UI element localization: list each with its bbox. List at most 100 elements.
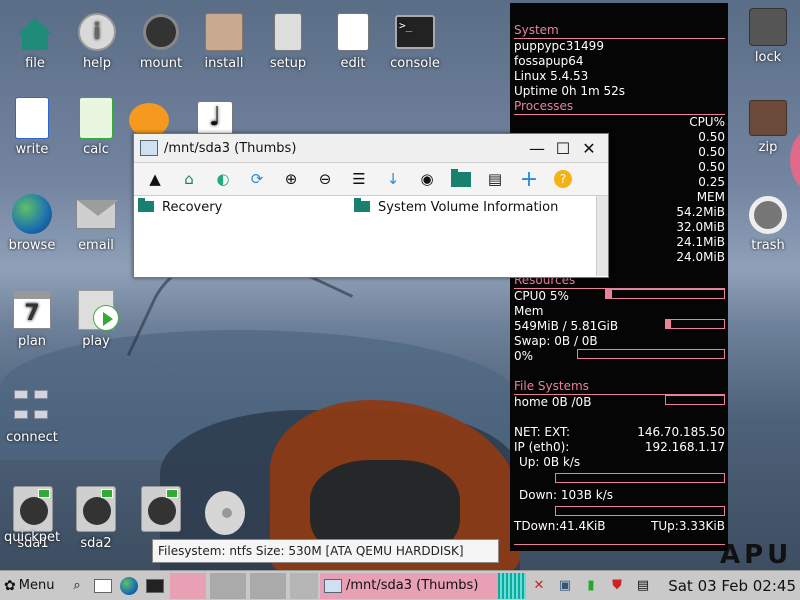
desktop-icon-connect[interactable]: connect	[0, 386, 67, 445]
database-tray-icon[interactable]: ▮	[578, 573, 604, 599]
desktop-icon	[94, 578, 112, 593]
desktop-icon-mount[interactable]: mount	[126, 12, 196, 71]
help-button[interactable]: ?	[546, 165, 580, 193]
sort-button[interactable]: ↓	[376, 165, 410, 193]
desktop-icon-console[interactable]: >_ console	[380, 12, 450, 71]
upload-graph	[555, 472, 725, 483]
mount-button[interactable]: ◐	[206, 165, 240, 193]
network-status-icon[interactable]: ▣	[552, 573, 578, 599]
spreadsheet-icon	[79, 97, 113, 139]
menu-button[interactable]: ✿ Menu	[0, 573, 64, 599]
desktop-icon-calc[interactable]: calc	[61, 97, 131, 157]
folder-item-recovery[interactable]: Recovery	[138, 198, 222, 215]
taskbar: ✿ Menu ⌕ /mnt/sda3 (Thumbs) ✕ ▣ ▮ ⛊ ▤ Sa…	[0, 570, 800, 600]
new-folder-button[interactable]	[444, 165, 478, 193]
desktop-icon-help[interactable]: i help	[62, 12, 132, 71]
network-tray-icon[interactable]: ✕	[526, 573, 552, 599]
desktop-icon-sda1[interactable]: quickpet sda1	[0, 486, 68, 551]
cpu-column-header: CPU%	[689, 115, 725, 129]
home-bar	[665, 395, 725, 405]
trash-icon	[749, 196, 787, 234]
list-view-button[interactable]: ☰	[342, 165, 376, 193]
desktop-icon-lock[interactable]: lock	[738, 8, 798, 65]
window-titlebar[interactable]: /mnt/sda3 (Thumbs) — ☐ ✕	[134, 134, 608, 162]
document-icon	[15, 97, 49, 139]
folder-icon	[138, 198, 154, 212]
distro: fossapup64	[514, 54, 584, 68]
desktop-icon-email[interactable]: email	[61, 194, 131, 253]
harddisk-icon	[76, 486, 116, 532]
desktop-icon-file[interactable]: file	[0, 12, 70, 71]
show-hidden-eye-button[interactable]: ◉	[410, 165, 444, 193]
firewall-shield-icon[interactable]: ⛊	[604, 573, 630, 599]
desktop-icon-cdrom[interactable]	[190, 490, 260, 540]
home-usage: home 0B /0B	[514, 395, 592, 409]
cpu0-bar	[605, 289, 725, 299]
file-list[interactable]: Recovery System Volume Information	[134, 196, 608, 276]
system-header: System	[514, 23, 559, 37]
download-graph	[555, 505, 725, 516]
puppy-install-icon	[205, 13, 243, 51]
mem-label: Mem	[514, 304, 544, 318]
workspace-3[interactable]	[250, 572, 286, 599]
browser-launcher[interactable]	[116, 573, 142, 599]
harddisk-icon	[141, 486, 181, 532]
wallpaper-logo: APU	[720, 540, 793, 570]
swap-usage: Swap: 0B / 0B	[514, 334, 598, 348]
folder-window-icon	[324, 578, 342, 593]
add-button[interactable]: +	[512, 165, 546, 193]
net-ext-label: NET: EXT:	[514, 425, 571, 439]
desktop-icon-sda3[interactable]	[126, 486, 196, 536]
folder-window-icon	[140, 140, 158, 156]
desktop-icon-zip[interactable]: zip	[738, 100, 798, 155]
uptime: Uptime 0h 1m 52s	[514, 84, 626, 98]
desktop-icon-trash[interactable]: trash	[738, 196, 798, 253]
app-icon	[129, 103, 169, 137]
drive-mount-icon	[143, 14, 179, 50]
details-button[interactable]: ▤	[478, 165, 512, 193]
swap-percent: 0%	[514, 349, 534, 363]
zoom-in-button[interactable]: ⊕	[274, 165, 308, 193]
zoom-out-button[interactable]: ⊖	[308, 165, 342, 193]
filesystems-header: File Systems	[514, 379, 589, 393]
workspace-1[interactable]	[170, 572, 206, 599]
vertical-scrollbar[interactable]	[596, 196, 608, 276]
desktop-icon-sda2[interactable]: sda2	[61, 486, 131, 551]
search-launcher[interactable]: ⌕	[64, 573, 90, 599]
clock[interactable]: Sat 03 Feb 02:45	[656, 573, 800, 599]
folder-item-system-volume-information[interactable]: System Volume Information	[354, 198, 558, 215]
minimize-button[interactable]: —	[524, 139, 550, 158]
workspace-2[interactable]	[210, 572, 246, 599]
upload-rate: Up: 0B k/s	[519, 455, 581, 469]
terminal-launcher[interactable]	[142, 573, 168, 599]
file-manager-window[interactable]: /mnt/sda3 (Thumbs) — ☐ ✕ ▲ ⌂ ◐ ⟳ ⊕ ⊖ ☰ ↓…	[133, 133, 609, 278]
harddisk-icon	[13, 486, 53, 532]
divider	[514, 544, 725, 545]
local-ip: 192.168.1.17	[644, 440, 725, 454]
cpu-monitor-tray[interactable]	[498, 572, 526, 599]
task-button-file-manager[interactable]: /mnt/sda3 (Thumbs)	[320, 572, 498, 599]
desktop-icon-install[interactable]: install	[189, 12, 259, 71]
home-button[interactable]: ⌂	[172, 165, 206, 193]
close-button[interactable]: ✕	[576, 139, 602, 158]
processes-header: Processes	[514, 99, 574, 113]
up-directory-button[interactable]: ▲	[138, 165, 172, 193]
ip-label: IP (eth0):	[514, 440, 570, 454]
cpu0-label: CPU0 5%	[514, 289, 569, 303]
workspace-4[interactable]	[290, 572, 318, 599]
maximize-button[interactable]: ☐	[550, 139, 576, 158]
home-icon	[17, 18, 53, 50]
desktop-icon-browse[interactable]: browse	[0, 194, 67, 253]
desktop-icon-write[interactable]: write	[0, 97, 67, 157]
clipboard-tray-icon[interactable]: ▤	[630, 573, 656, 599]
archive-icon	[749, 100, 787, 136]
terminal-icon	[146, 578, 164, 593]
desktop-icon-edit[interactable]: edit	[318, 12, 388, 71]
show-desktop-launcher[interactable]	[90, 573, 116, 599]
desktop-icon-plan[interactable]: 7 plan	[0, 290, 67, 349]
swap-bar	[577, 349, 725, 359]
desktop-icon-setup[interactable]: setup	[253, 12, 323, 71]
refresh-button[interactable]: ⟳	[240, 165, 274, 193]
desktop-icon-play[interactable]: play	[61, 290, 131, 349]
folder-icon	[354, 198, 370, 212]
